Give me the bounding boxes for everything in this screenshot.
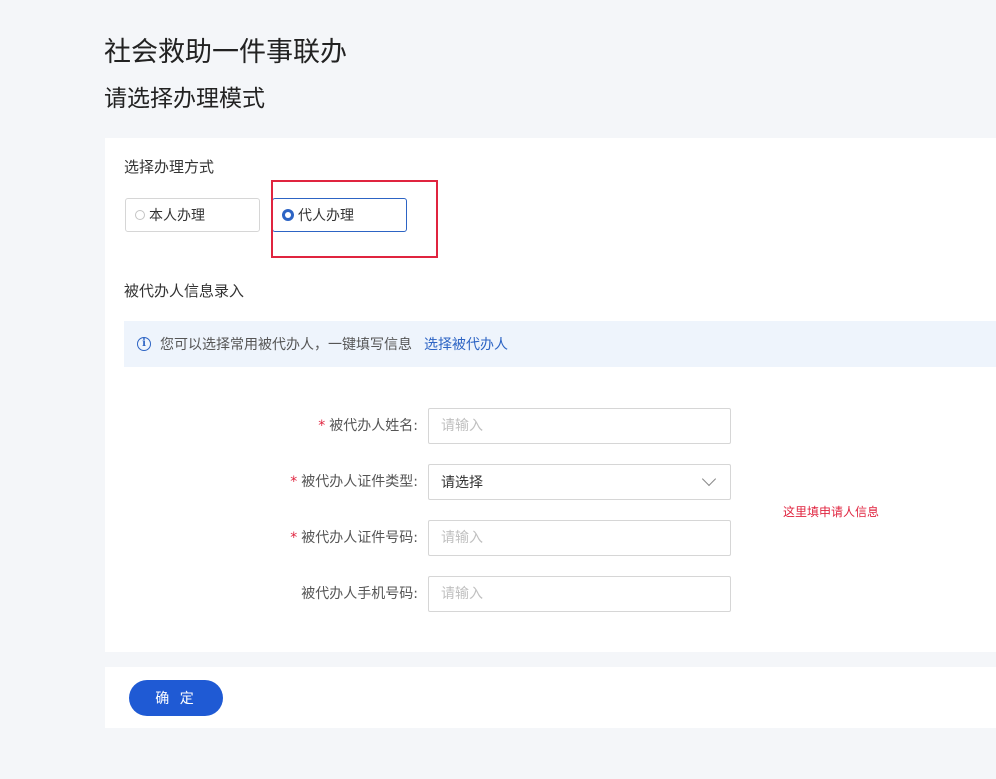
name-input[interactable]: [428, 408, 731, 444]
applicant-note: 这里填申请人信息: [783, 505, 880, 519]
id-number-input[interactable]: [428, 520, 731, 556]
id-type-label: * 被代办人证件类型:: [290, 474, 418, 490]
mode-option-self[interactable]: 本人办理: [125, 198, 260, 232]
mode-section-label: 选择办理方式: [124, 158, 215, 176]
info-circle-icon: i: [137, 337, 151, 351]
phone-label: 被代办人手机号码:: [301, 586, 418, 602]
required-mark: *: [318, 418, 326, 434]
id-number-label: * 被代办人证件号码:: [290, 530, 418, 546]
chevron-down-icon: [701, 471, 717, 487]
select-agent-link[interactable]: 选择被代办人: [424, 334, 508, 354]
name-label: * 被代办人姓名:: [318, 418, 418, 434]
confirm-button[interactable]: 确 定: [129, 680, 223, 716]
phone-input[interactable]: [428, 576, 731, 612]
info-text: 您可以选择常用被代办人，一键填写信息: [160, 337, 412, 353]
info-bar: i 您可以选择常用被代办人，一键填写信息 选择被代办人: [124, 321, 996, 367]
form-row-id-type: * 被代办人证件类型: 请选择: [105, 464, 996, 500]
id-type-select[interactable]: 请选择: [428, 464, 731, 500]
agent-section-label: 被代办人信息录入: [124, 282, 245, 300]
radio-checked-icon: [282, 209, 294, 221]
required-mark: *: [290, 474, 298, 490]
mode-option-proxy-label: 代人办理: [298, 208, 354, 224]
app-title: 社会救助一件事联办: [104, 37, 347, 68]
mode-option-self-label: 本人办理: [149, 208, 205, 224]
mode-option-proxy[interactable]: 代人办理: [272, 198, 407, 232]
form-row-id-number: * 被代办人证件号码:: [105, 520, 996, 556]
form-card: 选择办理方式 本人办理 代人办理 被代办人信息录入 i 您可以选择常用被代办人，…: [105, 138, 996, 652]
radio-unchecked-icon: [135, 210, 145, 220]
page-subtitle: 请选择办理模式: [104, 86, 265, 112]
form-row-name: * 被代办人姓名:: [105, 408, 996, 444]
footer-bar: 确 定: [105, 667, 996, 728]
id-type-value: 请选择: [441, 475, 483, 491]
page: 社会救助一件事联办 请选择办理模式 选择办理方式 本人办理 代人办理 被代办人信…: [0, 0, 996, 779]
form-row-phone: 被代办人手机号码:: [105, 576, 996, 612]
required-mark: *: [290, 530, 298, 546]
